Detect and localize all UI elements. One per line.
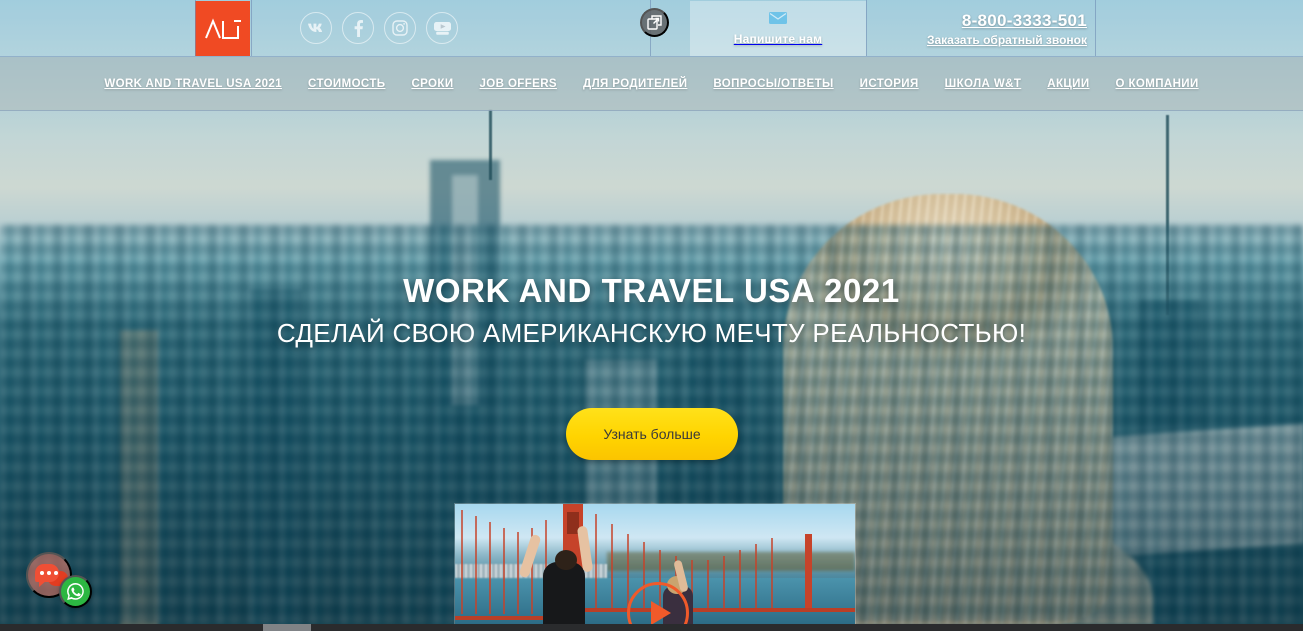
play-triangle bbox=[651, 601, 671, 624]
nav-item-job-offers[interactable]: JOB OFFERS bbox=[480, 78, 557, 90]
hero-title: WORK AND TRAVEL USA 2021 bbox=[403, 272, 900, 309]
main-navigation: WORK AND TRAVEL USA 2021 СТОИМОСТЬ СРОКИ… bbox=[0, 57, 1303, 111]
write-us-button[interactable]: Напишите нам bbox=[690, 1, 866, 56]
video-person-adult bbox=[543, 562, 585, 624]
nav-item-history[interactable]: ИСТОРИЯ bbox=[860, 78, 919, 90]
horizontal-scrollbar-thumb[interactable] bbox=[263, 624, 311, 631]
bridge-deck bbox=[583, 608, 855, 612]
nav-item-school-wt[interactable]: ШКОЛА W&T bbox=[945, 78, 1022, 90]
facebook-icon[interactable] bbox=[342, 12, 374, 44]
hero-subtitle: СДЕЛАЙ СВОЮ АМЕРИКАНСКУЮ МЕЧТУ РЕАЛЬНОСТ… bbox=[276, 318, 1027, 348]
whatsapp-button[interactable] bbox=[59, 575, 92, 608]
instagram-icon[interactable] bbox=[384, 12, 416, 44]
envelope-icon bbox=[769, 11, 787, 29]
phone-block: 8-800-3333-501 Заказать обратный звонок bbox=[900, 2, 1090, 56]
site-logo[interactable] bbox=[195, 1, 250, 56]
phone-number[interactable]: 8-800-3333-501 bbox=[962, 11, 1087, 31]
nav-item-about[interactable]: О КОМПАНИИ bbox=[1116, 78, 1199, 90]
chat-dots-icon bbox=[40, 571, 58, 575]
horizontal-scrollbar-track[interactable] bbox=[0, 624, 1303, 631]
callback-request-link[interactable]: Заказать обратный звонок bbox=[927, 33, 1087, 47]
bridge-tower-far bbox=[805, 534, 812, 610]
nav-item-promos[interactable]: АКЦИИ bbox=[1047, 78, 1089, 90]
nav-item-cost[interactable]: СТОИМОСТЬ bbox=[308, 78, 385, 90]
social-links bbox=[250, 0, 458, 56]
youtube-icon[interactable] bbox=[426, 12, 458, 44]
skyline-building bbox=[120, 330, 158, 624]
rooftop-ledge bbox=[1003, 423, 1303, 565]
video-person-head bbox=[555, 550, 577, 570]
open-in-new-window-icon[interactable] bbox=[640, 8, 669, 37]
skyline-spire bbox=[489, 110, 492, 180]
nav-item-work-and-travel[interactable]: WORK AND TRAVEL USA 2021 bbox=[104, 78, 282, 90]
nav-item-faq[interactable]: ВОПРОСЫ/ОТВЕТЫ bbox=[713, 78, 833, 90]
learn-more-button[interactable]: Узнать больше bbox=[566, 408, 738, 460]
site-topbar: Напишите нам 8-800-3333-501 Заказать обр… bbox=[0, 0, 1303, 57]
write-us-label: Напишите нам bbox=[733, 32, 823, 46]
nav-item-for-parents[interactable]: ДЛЯ РОДИТЕЛЕЙ bbox=[583, 78, 687, 90]
browser-page-viewport: Напишите нам 8-800-3333-501 Заказать обр… bbox=[0, 0, 1303, 624]
chat-widget bbox=[26, 552, 104, 610]
vk-icon[interactable] bbox=[300, 12, 332, 44]
video-thumbnail-card[interactable] bbox=[455, 504, 855, 624]
nav-item-deadlines[interactable]: СРОКИ bbox=[411, 78, 453, 90]
